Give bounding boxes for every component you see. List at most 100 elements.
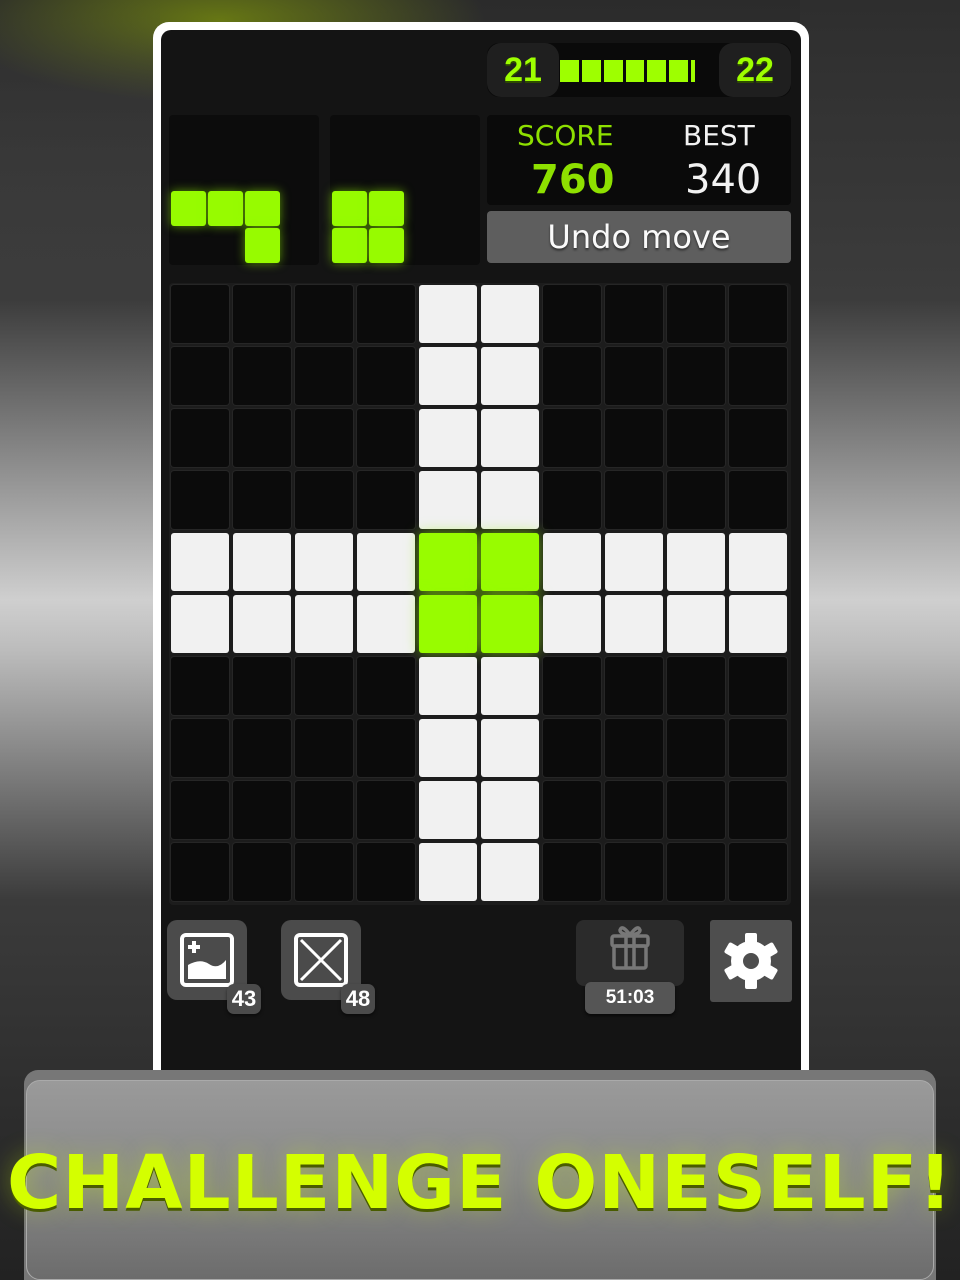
board-cell-highlighted[interactable] xyxy=(481,533,539,591)
board-cell-empty[interactable] xyxy=(233,285,291,343)
board-cell-filled[interactable] xyxy=(543,533,601,591)
board-cell-empty[interactable] xyxy=(357,843,415,901)
board-cell-filled[interactable] xyxy=(419,409,477,467)
board-cell-filled[interactable] xyxy=(481,409,539,467)
board-cell-empty[interactable] xyxy=(667,719,725,777)
board-cell-empty[interactable] xyxy=(171,471,229,529)
board-cell-empty[interactable] xyxy=(357,471,415,529)
board-cell-empty[interactable] xyxy=(233,781,291,839)
board-cell-filled[interactable] xyxy=(419,657,477,715)
game-board[interactable] xyxy=(169,283,791,905)
board-cell-empty[interactable] xyxy=(171,285,229,343)
board-cell-highlighted[interactable] xyxy=(419,595,477,653)
board-cell-filled[interactable] xyxy=(605,595,663,653)
board-cell-empty[interactable] xyxy=(543,719,601,777)
board-cell-empty[interactable] xyxy=(605,657,663,715)
board-cell-empty[interactable] xyxy=(667,781,725,839)
board-cell-empty[interactable] xyxy=(171,719,229,777)
board-cell-filled[interactable] xyxy=(605,533,663,591)
board-cell-empty[interactable] xyxy=(667,347,725,405)
board-cell-filled[interactable] xyxy=(233,595,291,653)
board-cell-empty[interactable] xyxy=(667,409,725,467)
board-cell-empty[interactable] xyxy=(729,719,787,777)
board-cell-empty[interactable] xyxy=(543,843,601,901)
board-cell-filled[interactable] xyxy=(481,347,539,405)
board-cell-empty[interactable] xyxy=(357,781,415,839)
board-cell-empty[interactable] xyxy=(357,347,415,405)
board-cell-empty[interactable] xyxy=(233,471,291,529)
board-cell-empty[interactable] xyxy=(295,471,353,529)
board-cell-empty[interactable] xyxy=(605,471,663,529)
board-cell-empty[interactable] xyxy=(543,285,601,343)
undo-move-button[interactable]: Undo move xyxy=(487,211,791,263)
board-cell-filled[interactable] xyxy=(295,595,353,653)
piece-slot-1[interactable] xyxy=(169,115,319,265)
board-cell-filled[interactable] xyxy=(419,781,477,839)
board-cell-filled[interactable] xyxy=(419,285,477,343)
board-cell-filled[interactable] xyxy=(419,347,477,405)
board-cell-filled[interactable] xyxy=(729,595,787,653)
board-cell-empty[interactable] xyxy=(605,347,663,405)
board-cell-empty[interactable] xyxy=(729,285,787,343)
board-cell-empty[interactable] xyxy=(729,781,787,839)
board-cell-empty[interactable] xyxy=(667,471,725,529)
clear-tool-button[interactable]: 48 xyxy=(281,920,375,1014)
board-cell-highlighted[interactable] xyxy=(481,595,539,653)
board-cell-empty[interactable] xyxy=(233,843,291,901)
board-cell-empty[interactable] xyxy=(729,347,787,405)
board-cell-empty[interactable] xyxy=(295,719,353,777)
board-cell-empty[interactable] xyxy=(543,409,601,467)
board-cell-empty[interactable] xyxy=(357,657,415,715)
board-cell-filled[interactable] xyxy=(481,285,539,343)
board-cell-empty[interactable] xyxy=(233,347,291,405)
board-cell-empty[interactable] xyxy=(667,843,725,901)
board-cell-filled[interactable] xyxy=(419,843,477,901)
board-cell-empty[interactable] xyxy=(233,409,291,467)
board-cell-filled[interactable] xyxy=(171,533,229,591)
board-cell-filled[interactable] xyxy=(419,719,477,777)
board-cell-filled[interactable] xyxy=(419,471,477,529)
board-cell-empty[interactable] xyxy=(543,781,601,839)
board-cell-filled[interactable] xyxy=(481,781,539,839)
board-cell-empty[interactable] xyxy=(357,409,415,467)
board-cell-empty[interactable] xyxy=(295,285,353,343)
board-cell-filled[interactable] xyxy=(667,595,725,653)
board-cell-empty[interactable] xyxy=(605,285,663,343)
board-cell-empty[interactable] xyxy=(171,409,229,467)
board-cell-empty[interactable] xyxy=(729,471,787,529)
board-cell-empty[interactable] xyxy=(729,657,787,715)
board-cell-empty[interactable] xyxy=(729,409,787,467)
board-cell-empty[interactable] xyxy=(295,657,353,715)
board-cell-filled[interactable] xyxy=(481,719,539,777)
board-cell-filled[interactable] xyxy=(481,471,539,529)
board-cell-empty[interactable] xyxy=(171,843,229,901)
board-cell-empty[interactable] xyxy=(357,285,415,343)
board-cell-filled[interactable] xyxy=(481,843,539,901)
board-cell-filled[interactable] xyxy=(481,657,539,715)
board-cell-empty[interactable] xyxy=(171,347,229,405)
board-cell-empty[interactable] xyxy=(543,347,601,405)
board-cell-empty[interactable] xyxy=(171,657,229,715)
board-cell-filled[interactable] xyxy=(357,533,415,591)
board-cell-empty[interactable] xyxy=(295,409,353,467)
board-cell-empty[interactable] xyxy=(295,781,353,839)
settings-button[interactable] xyxy=(710,920,792,1002)
board-cell-empty[interactable] xyxy=(543,471,601,529)
board-cell-filled[interactable] xyxy=(295,533,353,591)
board-cell-empty[interactable] xyxy=(543,657,601,715)
board-cell-empty[interactable] xyxy=(605,781,663,839)
board-cell-empty[interactable] xyxy=(295,347,353,405)
board-cell-filled[interactable] xyxy=(543,595,601,653)
board-cell-empty[interactable] xyxy=(357,719,415,777)
gift-button[interactable] xyxy=(576,920,684,986)
board-cell-filled[interactable] xyxy=(667,533,725,591)
board-cell-filled[interactable] xyxy=(233,533,291,591)
board-cell-empty[interactable] xyxy=(667,657,725,715)
board-cell-filled[interactable] xyxy=(171,595,229,653)
board-cell-empty[interactable] xyxy=(605,843,663,901)
piece-slot-2[interactable] xyxy=(330,115,480,265)
board-cell-empty[interactable] xyxy=(605,719,663,777)
board-cell-empty[interactable] xyxy=(729,843,787,901)
board-cell-highlighted[interactable] xyxy=(419,533,477,591)
board-cell-empty[interactable] xyxy=(605,409,663,467)
